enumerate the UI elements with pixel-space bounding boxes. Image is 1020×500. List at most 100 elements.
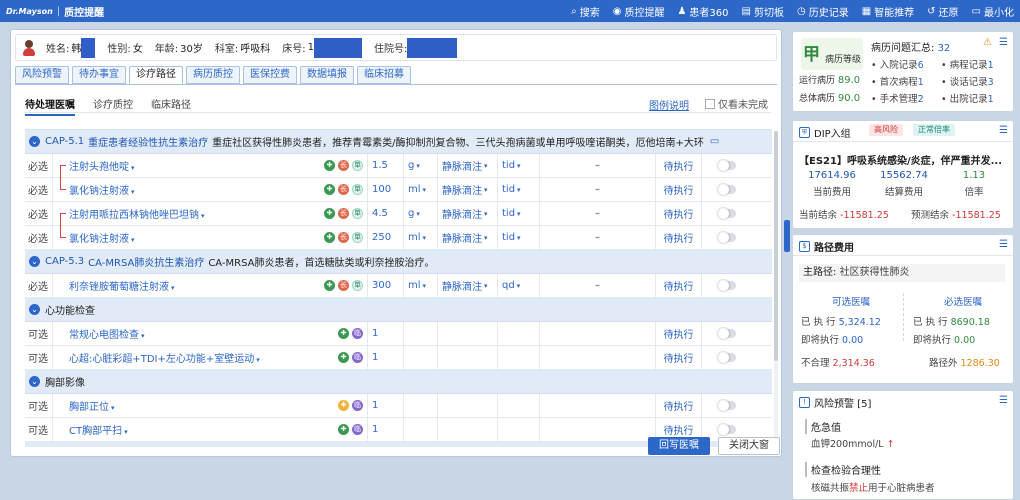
collapse-toggle-icon[interactable]: ⌄ [29, 376, 40, 387]
legend-link[interactable]: 图例说明 [649, 97, 689, 112]
collapse-toggle-icon[interactable]: ⌄ [29, 136, 40, 147]
route-cell[interactable] [438, 346, 498, 369]
unit-cell[interactable]: ml ▾ [404, 226, 438, 249]
status-cell[interactable]: 待执行 [656, 274, 702, 297]
summary-item[interactable]: • 出院记录1 [941, 91, 1011, 105]
execute-toggle[interactable] [718, 232, 736, 243]
execute-toggle[interactable] [718, 160, 736, 171]
dose-cell[interactable]: 4.5 [368, 202, 404, 225]
order-name-cell[interactable]: CT胸部平扫 ▾ ✚ 临 [53, 418, 368, 441]
unit-cell[interactable]: g ▾ [404, 202, 438, 225]
order-name[interactable]: 心超:心脏彩超+TDI+左心功能+室壁运动 ▾ [69, 350, 338, 365]
subtab-3[interactable]: 临床路径 [151, 96, 191, 116]
status-cell[interactable]: 待执行 [656, 202, 702, 225]
status-cell[interactable]: 待执行 [656, 178, 702, 201]
dose-cell[interactable]: 1.5 [368, 154, 404, 177]
order-name-cell[interactable]: 胸部正位 ▾ ✚ 临 [53, 394, 368, 417]
route-cell[interactable]: 静脉滴注 ▾ [438, 202, 498, 225]
order-group-header[interactable]: ⌄ CAP-5.1 重症患者经验性抗生素治疗 重症社区获得性肺炎患者，推荐青霉素类/酶… [25, 130, 772, 154]
dose-cell[interactable]: 1 [368, 418, 404, 441]
order-name-cell[interactable]: 注射用哌拉西林钠他唑巴坦钠 ▾ ✚ 长单 [53, 202, 368, 227]
route-cell[interactable]: 静脉滴注 ▾ [438, 154, 498, 177]
route-cell[interactable]: 静脉滴注 ▾ [438, 274, 498, 297]
subtab-2[interactable]: 诊疗质控 [93, 96, 133, 116]
frequency-cell[interactable] [498, 394, 540, 417]
path-menu-icon[interactable]: ☰ [999, 239, 1008, 250]
topnav-item[interactable]: ♟ 患者360 [677, 4, 728, 19]
unit-cell[interactable]: ml ▾ [404, 274, 438, 297]
tab-3[interactable]: 诊疗路径 [129, 66, 183, 84]
frequency-cell[interactable] [498, 346, 540, 369]
execute-toggle[interactable] [718, 352, 736, 363]
order-name[interactable]: 注射用哌拉西林钠他唑巴坦钠 ▾ [69, 206, 324, 221]
status-cell[interactable]: 待执行 [656, 322, 702, 345]
write-back-button[interactable]: 回写医嘱 [648, 437, 710, 455]
order-name[interactable]: CT胸部平扫 ▾ [69, 422, 338, 437]
execute-toggle[interactable] [718, 400, 736, 411]
topnav-item[interactable]: ▭ 最小化 [972, 4, 1014, 19]
unit-cell[interactable] [404, 418, 438, 441]
summary-item[interactable]: • 手术管理2 [871, 91, 941, 105]
order-name-cell[interactable]: 氯化钠注射液 ▾ ✚ 长单 [53, 178, 368, 201]
topnav-item[interactable]: ▦ 智能推荐 [862, 4, 914, 19]
frequency-cell[interactable]: tid ▾ [498, 154, 540, 177]
summary-item[interactable]: • 病程记录1 [941, 57, 1011, 71]
tab-7[interactable]: 临床招募 [357, 66, 411, 84]
scrollbar-thumb[interactable] [774, 131, 778, 361]
status-cell[interactable]: 待执行 [656, 226, 702, 249]
tab-6[interactable]: 数据填报 [300, 66, 354, 84]
frequency-cell[interactable]: tid ▾ [498, 226, 540, 249]
checkbox-box[interactable] [705, 98, 715, 109]
subtab-1[interactable]: 待处理医嘱 [25, 96, 75, 116]
risk-menu-icon[interactable]: ☰ [999, 395, 1008, 406]
order-name-cell[interactable]: 注射头孢他啶 ▾ ✚ 长单 [53, 154, 368, 179]
status-cell[interactable]: 待执行 [656, 154, 702, 177]
summary-item[interactable]: • 首次病程1 [871, 74, 941, 88]
route-cell[interactable] [438, 418, 498, 441]
order-name-cell[interactable]: 常规心电图检查 ▾ ✚ 临 [53, 322, 368, 345]
topnav-item[interactable]: ↺ 还原 [927, 4, 958, 19]
frequency-cell[interactable] [498, 322, 540, 345]
execute-toggle[interactable] [718, 184, 736, 195]
orders-scrollbar[interactable] [774, 131, 778, 445]
only-unfinished-checkbox[interactable]: 仅看未完成 [705, 96, 768, 111]
route-cell[interactable] [438, 322, 498, 345]
tab-5[interactable]: 医保控费 [243, 66, 297, 84]
order-name[interactable]: 胸部正位 ▾ [69, 398, 338, 413]
route-cell[interactable]: 静脉滴注 ▾ [438, 226, 498, 249]
panel-collapse-handle[interactable] [784, 220, 790, 252]
tab-1[interactable]: 风险预警 [15, 66, 69, 84]
execute-toggle[interactable] [718, 208, 736, 219]
topnav-item[interactable]: ⌕ 搜索 [571, 4, 600, 19]
order-name[interactable]: 注射头孢他啶 ▾ [69, 158, 324, 173]
frequency-cell[interactable]: tid ▾ [498, 202, 540, 225]
topnav-item[interactable]: ◉ 质控提醒 [613, 4, 665, 19]
menu-icon[interactable]: ☰ [999, 37, 1008, 48]
order-name-cell[interactable]: 心超:心脏彩超+TDI+左心功能+室壁运动 ▾ ✚ 临 [53, 346, 368, 369]
order-group-header[interactable]: ⌄ CAP-5.3 CA-MRSA肺炎抗生素治疗 CA-MRSA肺炎患者，首选糖肽类或… [25, 250, 772, 274]
dose-cell[interactable]: 300 [368, 274, 404, 297]
unit-cell[interactable] [404, 346, 438, 369]
execute-toggle[interactable] [718, 424, 736, 435]
dose-cell[interactable]: 1 [368, 322, 404, 345]
execute-toggle[interactable] [718, 280, 736, 291]
order-name-cell[interactable]: 氯化钠注射液 ▾ ✚ 长单 [53, 226, 368, 249]
order-name[interactable]: 氯化钠注射液 ▾ [69, 230, 324, 245]
order-name[interactable]: 利奈锉胺葡萄糖注射液 ▾ [69, 278, 324, 293]
status-cell[interactable]: 待执行 [656, 394, 702, 417]
unit-cell[interactable] [404, 322, 438, 345]
frequency-cell[interactable]: qd ▾ [498, 274, 540, 297]
order-name-cell[interactable]: 利奈锉胺葡萄糖注射液 ▾ ✚ 长单 [53, 274, 368, 297]
unit-cell[interactable] [404, 394, 438, 417]
dose-cell[interactable]: 100 [368, 178, 404, 201]
tab-2[interactable]: 待办事宜 [72, 66, 126, 84]
dip-menu-icon[interactable]: ☰ [999, 125, 1008, 136]
frequency-cell[interactable]: tid ▾ [498, 178, 540, 201]
order-group-header[interactable]: ⌄ 心功能检查 [25, 298, 772, 322]
route-cell[interactable]: 静脉滴注 ▾ [438, 178, 498, 201]
group-note-icon[interactable]: ▭ [710, 136, 719, 147]
collapse-toggle-icon[interactable]: ⌄ [29, 256, 40, 267]
unit-cell[interactable]: g ▾ [404, 154, 438, 177]
unit-cell[interactable]: ml ▾ [404, 178, 438, 201]
topnav-item[interactable]: ▤ 剪切板 [742, 4, 784, 19]
